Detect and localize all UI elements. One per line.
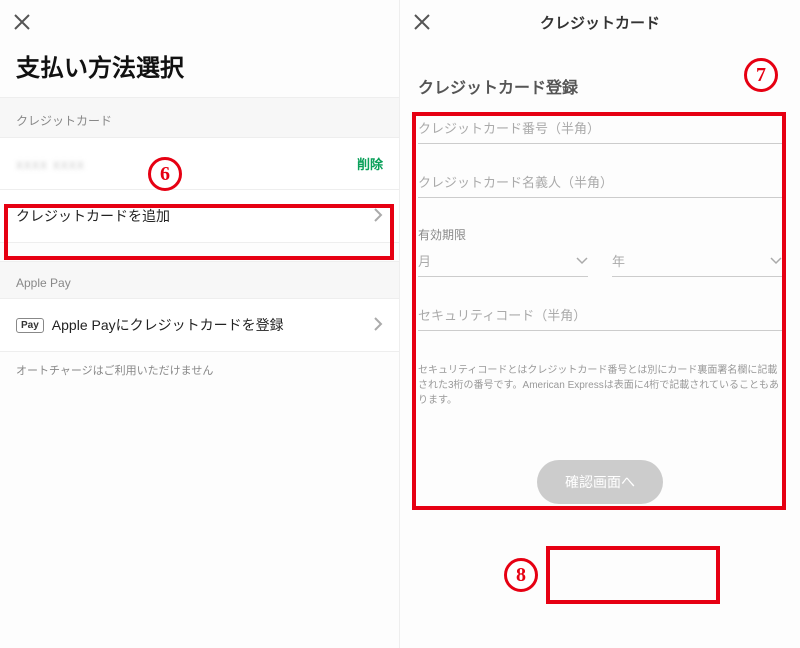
confirm-button[interactable]: 確認画面へ [537,460,663,504]
applepay-note: オートチャージはご利用いただけません [0,352,399,388]
card-number-field[interactable]: クレジットカード番号（半角） [418,118,782,144]
existing-card-masked: xxxx xxxx [16,156,85,172]
screen-card-register: クレジットカード クレジットカード登録 クレジットカード番号（半角） クレジット… [400,0,800,648]
page-title: 支払い方法選択 [0,44,399,97]
cvv-field[interactable]: セキュリティコード（半角） [418,305,782,331]
header-bar: クレジットカード [400,0,800,44]
expiry-year-placeholder: 年 [612,251,625,270]
cvv-help-text: セキュリティコードとはクレジットカード番号とは別にカード裏面署名欄に記載された3… [418,359,782,420]
section-label-creditcard: クレジットカード [0,97,399,138]
applepay-badge-icon: Pay [16,318,44,333]
expiry-month-placeholder: 月 [418,251,431,270]
applepay-register-row[interactable]: Pay Apple Payにクレジットカードを登録 [0,299,399,352]
applepay-label: Apple Payにクレジットカードを登録 [52,315,284,335]
annotation-box-8 [546,546,720,604]
header-title: クレジットカード [400,12,800,33]
close-icon[interactable] [412,12,432,32]
expiry-year-select[interactable]: 年 [612,251,782,277]
chevron-right-icon [373,208,383,225]
chevron-down-icon [576,253,588,268]
subheader: クレジットカード登録 [400,44,800,112]
header-bar [0,0,399,44]
add-card-row[interactable]: クレジットカードを追加 [0,190,399,243]
add-card-label: クレジットカードを追加 [16,206,170,226]
expiry-label: 有効期限 [418,226,782,243]
expiry-month-select[interactable]: 月 [418,251,588,277]
cvv-placeholder: セキュリティコード（半角） [418,305,782,331]
card-name-placeholder: クレジットカード名義人（半角） [418,172,782,198]
screen-payment-method: 支払い方法選択 クレジットカード xxxx xxxx 削除 クレジットカードを追… [0,0,400,648]
close-icon[interactable] [12,12,32,32]
delete-button[interactable]: 削除 [357,154,383,173]
card-name-field[interactable]: クレジットカード名義人（半角） [418,172,782,198]
card-form: クレジットカード番号（半角） クレジットカード名義人（半角） 有効期限 月 年 … [400,112,800,420]
chevron-right-icon [373,317,383,334]
section-label-applepay: Apple Pay [0,261,399,299]
chevron-down-icon [770,253,782,268]
annotation-step-8: 8 [504,558,538,592]
existing-card-row[interactable]: xxxx xxxx 削除 [0,138,399,190]
card-number-placeholder: クレジットカード番号（半角） [418,118,782,144]
